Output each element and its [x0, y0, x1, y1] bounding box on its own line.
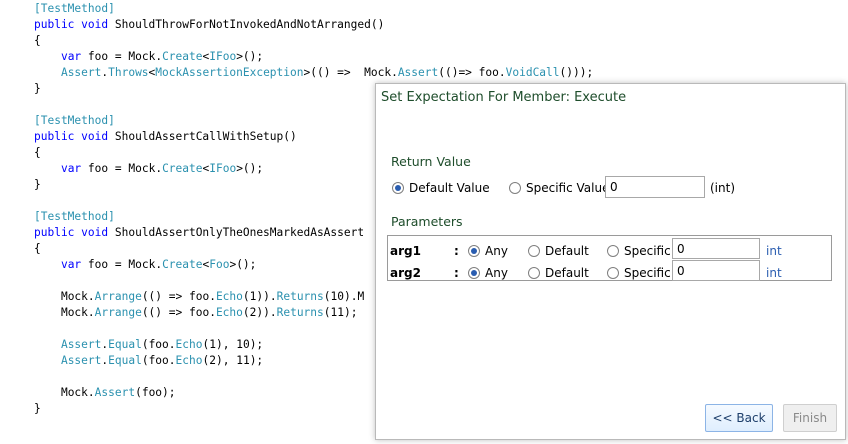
param-default-radio[interactable]: Default	[528, 244, 589, 258]
code-line: [TestMethod]	[34, 114, 115, 127]
return-value-heading: Return Value	[391, 154, 471, 169]
code-line: Assert.Equal(foo.Echo(1), 10);	[60, 338, 264, 351]
code-line: var foo = Mock.Create<IFoo>();	[60, 162, 264, 175]
radio-unselected-icon	[607, 245, 619, 257]
specific-value-label: Specific Value:	[526, 181, 614, 195]
any-label: Any	[485, 244, 508, 258]
parameters-heading: Parameters	[391, 214, 463, 229]
radio-unselected-icon	[607, 267, 619, 279]
code-line: Mock.Assert(foo);	[60, 386, 176, 399]
param-value-input[interactable]: 0	[672, 260, 760, 281]
specific-label: Specific:	[624, 244, 675, 258]
radio-unselected-icon	[528, 245, 540, 257]
default-value-radio[interactable]: Default Value	[392, 181, 490, 195]
default-label: Default	[545, 266, 589, 280]
param-type: int	[766, 244, 782, 258]
radio-selected-icon	[468, 267, 480, 279]
param-specific-radio[interactable]: Specific:	[607, 244, 675, 258]
dialog-title: Set Expectation For Member: Execute	[381, 90, 627, 105]
param-value-input[interactable]: 0	[672, 238, 760, 259]
radio-selected-icon	[468, 245, 480, 257]
default-label: Default	[545, 244, 589, 258]
code-line: [TestMethod]	[34, 2, 115, 15]
return-type-hint: (int)	[710, 181, 736, 195]
code-line: }	[34, 82, 41, 95]
code-line: public void ShouldAssertCallWithSetup()	[34, 130, 297, 143]
param-colon: :	[454, 244, 459, 258]
specific-value-radio[interactable]: Specific Value:	[509, 181, 614, 195]
radio-unselected-icon	[528, 267, 540, 279]
param-specific-radio[interactable]: Specific:	[607, 266, 675, 280]
specific-value-input[interactable]: 0	[605, 176, 705, 198]
code-line: {	[34, 242, 41, 255]
code-line: {	[34, 146, 41, 159]
code-line: }	[34, 402, 41, 415]
code-line: Mock.Arrange(() => foo.Echo(1)).Returns(…	[60, 290, 365, 303]
param-type: int	[766, 266, 782, 280]
specific-label: Specific:	[624, 266, 675, 280]
param-name: arg2	[390, 266, 421, 280]
finish-button[interactable]: Finish	[783, 404, 837, 432]
default-value-label: Default Value	[409, 181, 490, 195]
code-line: public void ShouldThrowForNotInvokedAndN…	[34, 18, 385, 31]
code-line: {	[34, 34, 41, 47]
code-line: }	[34, 178, 41, 191]
param-name: arg1	[390, 244, 421, 258]
param-default-radio[interactable]: Default	[528, 266, 589, 280]
back-button[interactable]: << Back	[705, 404, 773, 432]
code-line: public void ShouldAssertOnlyTheOnesMarke…	[34, 226, 365, 239]
param-any-radio[interactable]: Any	[468, 266, 508, 280]
code-line: Assert.Throws<MockAssertionException>(()…	[60, 66, 594, 79]
code-line: var foo = Mock.Create<IFoo>();	[60, 50, 264, 63]
param-colon: :	[454, 266, 459, 280]
code-line: Mock.Arrange(() => foo.Echo(2)).Returns(…	[60, 306, 358, 319]
radio-selected-icon	[392, 182, 404, 194]
code-line: var foo = Mock.Create<Foo>();	[60, 258, 257, 271]
code-line: Assert.Equal(foo.Echo(2), 11);	[60, 354, 264, 367]
code-line: [TestMethod]	[34, 210, 115, 223]
parameters-table: arg1 : Any Default Specific: 0 int arg2 …	[387, 235, 832, 281]
any-label: Any	[485, 266, 508, 280]
set-expectation-dialog: Set Expectation For Member: Execute Retu…	[375, 83, 846, 440]
radio-unselected-icon	[509, 182, 521, 194]
param-any-radio[interactable]: Any	[468, 244, 508, 258]
